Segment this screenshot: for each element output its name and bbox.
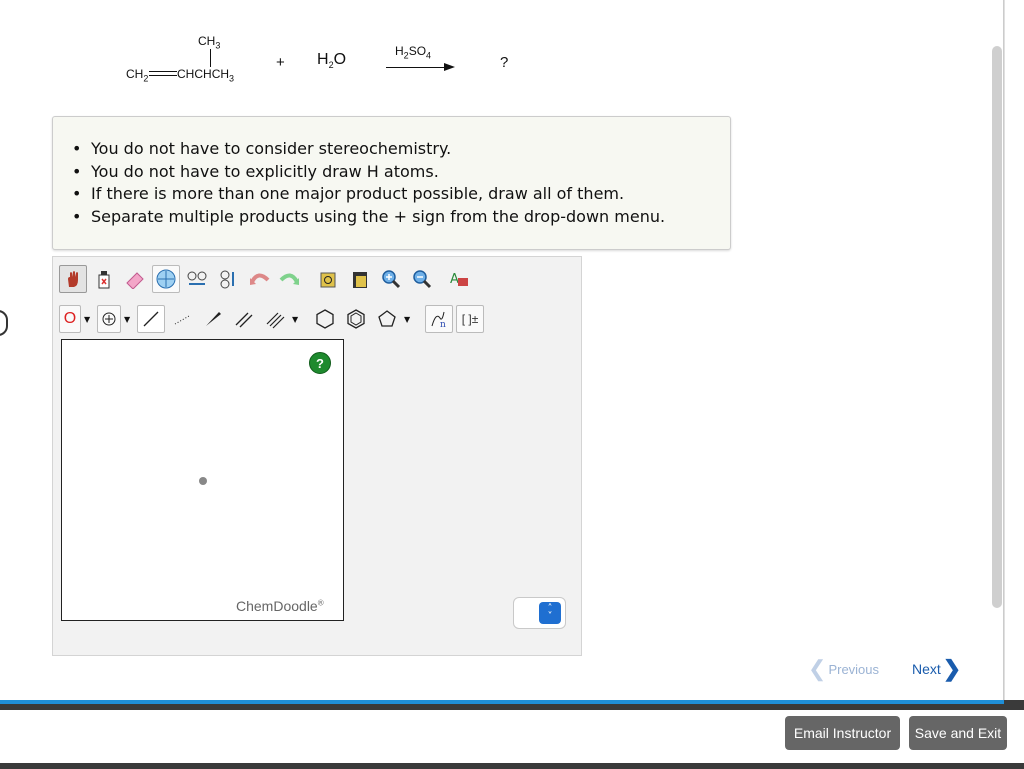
clean-icon[interactable]: A: [445, 265, 473, 293]
benzene-icon[interactable]: [342, 305, 370, 333]
charge-dropdown-icon[interactable]: ▼: [124, 312, 131, 326]
alkene-left-carbon: CH2: [126, 67, 148, 83]
answer-stepper[interactable]: ˄ ˅: [513, 597, 566, 629]
instructions-box: You do not have to consider stereochemis…: [52, 116, 731, 250]
double-bond-icon[interactable]: [230, 305, 258, 333]
methyl-group: CH3: [198, 34, 220, 50]
alkene-right-chain: CHCHCH3: [177, 67, 234, 83]
scrollbar[interactable]: [992, 46, 1002, 608]
double-bond: [149, 71, 177, 76]
brand-registered: ®: [317, 598, 324, 608]
undo-icon[interactable]: [245, 265, 273, 293]
hand-icon[interactable]: [59, 265, 87, 293]
previous-label: Previous: [828, 661, 880, 677]
triple-bond-icon[interactable]: [261, 305, 289, 333]
toolbar-top: A: [59, 262, 476, 296]
bottom-strip: [0, 763, 1024, 769]
svg-text:A: A: [450, 272, 459, 287]
atom-dropdown-icon[interactable]: ▼: [84, 312, 91, 326]
zoom-out-icon[interactable]: [408, 265, 436, 293]
center-icon[interactable]: [152, 265, 180, 293]
bracket-tool[interactable]: [ ]±: [456, 305, 484, 333]
toolbar-bottom: O ▼ ▼ ▼ ▼ n []±: [59, 302, 487, 336]
atom-selector[interactable]: O: [59, 305, 81, 333]
sgroup-icon[interactable]: n: [425, 305, 453, 333]
flip-vertical-icon[interactable]: [214, 265, 242, 293]
water-reagent: H2O: [317, 51, 347, 71]
instruction-item: You do not have to consider stereochemis…: [72, 138, 665, 161]
wedge-bond-icon[interactable]: [199, 305, 227, 333]
reaction-arrow: [386, 67, 448, 68]
email-instructor-button[interactable]: Email Instructor: [785, 716, 900, 750]
alkene-right-label: CHCHCH3: [177, 67, 235, 84]
instruction-item: Separate multiple products using the + s…: [72, 206, 665, 229]
ring-dropdown-icon[interactable]: ▼: [404, 312, 411, 326]
instruction-item: If there is more than one major product …: [72, 183, 665, 206]
product-placeholder: ?: [500, 54, 509, 71]
hashed-bond-icon[interactable]: [168, 305, 196, 333]
question-frame: CH3 CH2 CHCHCH3 + H2O H2SO4 ? You do not…: [0, 0, 1004, 700]
bond-dropdown-icon[interactable]: ▼: [292, 312, 299, 326]
arrow-head-icon: [444, 63, 455, 71]
clear-icon[interactable]: [90, 265, 118, 293]
single-bond-icon[interactable]: [137, 305, 165, 333]
flip-icon[interactable]: [183, 265, 211, 293]
charge-plus-icon[interactable]: [97, 305, 121, 333]
chemdoodle-editor: A O ▼ ▼ ▼ ▼ n []± ? ChemDoodle® ˄ ˅: [52, 256, 582, 656]
help-button[interactable]: ?: [309, 352, 331, 374]
alkene-left-label: CH2: [126, 67, 149, 84]
brand-label: ChemDoodle: [236, 598, 318, 614]
chevron-left-icon: ❮: [808, 656, 827, 681]
instruction-item: You do not have to explicitly draw H ato…: [72, 161, 665, 184]
previous-button[interactable]: ❮ Previous: [808, 656, 879, 682]
chevron-right-icon: ❯: [942, 656, 962, 681]
reaction-plus: +: [276, 54, 285, 71]
paste-icon[interactable]: [346, 265, 374, 293]
catalyst-label: H2SO4: [395, 44, 432, 61]
canvas-cursor-dot: [199, 477, 207, 485]
drawing-canvas[interactable]: ? ChemDoodle®: [61, 339, 344, 621]
instructions-list: You do not have to consider stereochemis…: [72, 138, 665, 229]
next-button[interactable]: Next ❯: [912, 656, 961, 682]
svg-text:n: n: [440, 320, 446, 330]
chemdoodle-brand: ChemDoodle®: [236, 598, 324, 614]
eraser-icon[interactable]: [121, 265, 149, 293]
cyclohexane-icon[interactable]: [311, 305, 339, 333]
save-and-exit-button[interactable]: Save and Exit: [909, 716, 1007, 750]
redo-icon[interactable]: [276, 265, 304, 293]
stepper-chevrons-icon[interactable]: ˄ ˅: [539, 602, 561, 624]
zoom-in-icon[interactable]: [377, 265, 405, 293]
right-gutter: [1004, 0, 1024, 700]
methyl-bond: [210, 49, 211, 67]
copy-icon[interactable]: [315, 265, 343, 293]
methyl-label: CH3: [198, 34, 221, 51]
next-label: Next: [912, 661, 941, 677]
cyclopentane-icon[interactable]: [373, 305, 401, 333]
